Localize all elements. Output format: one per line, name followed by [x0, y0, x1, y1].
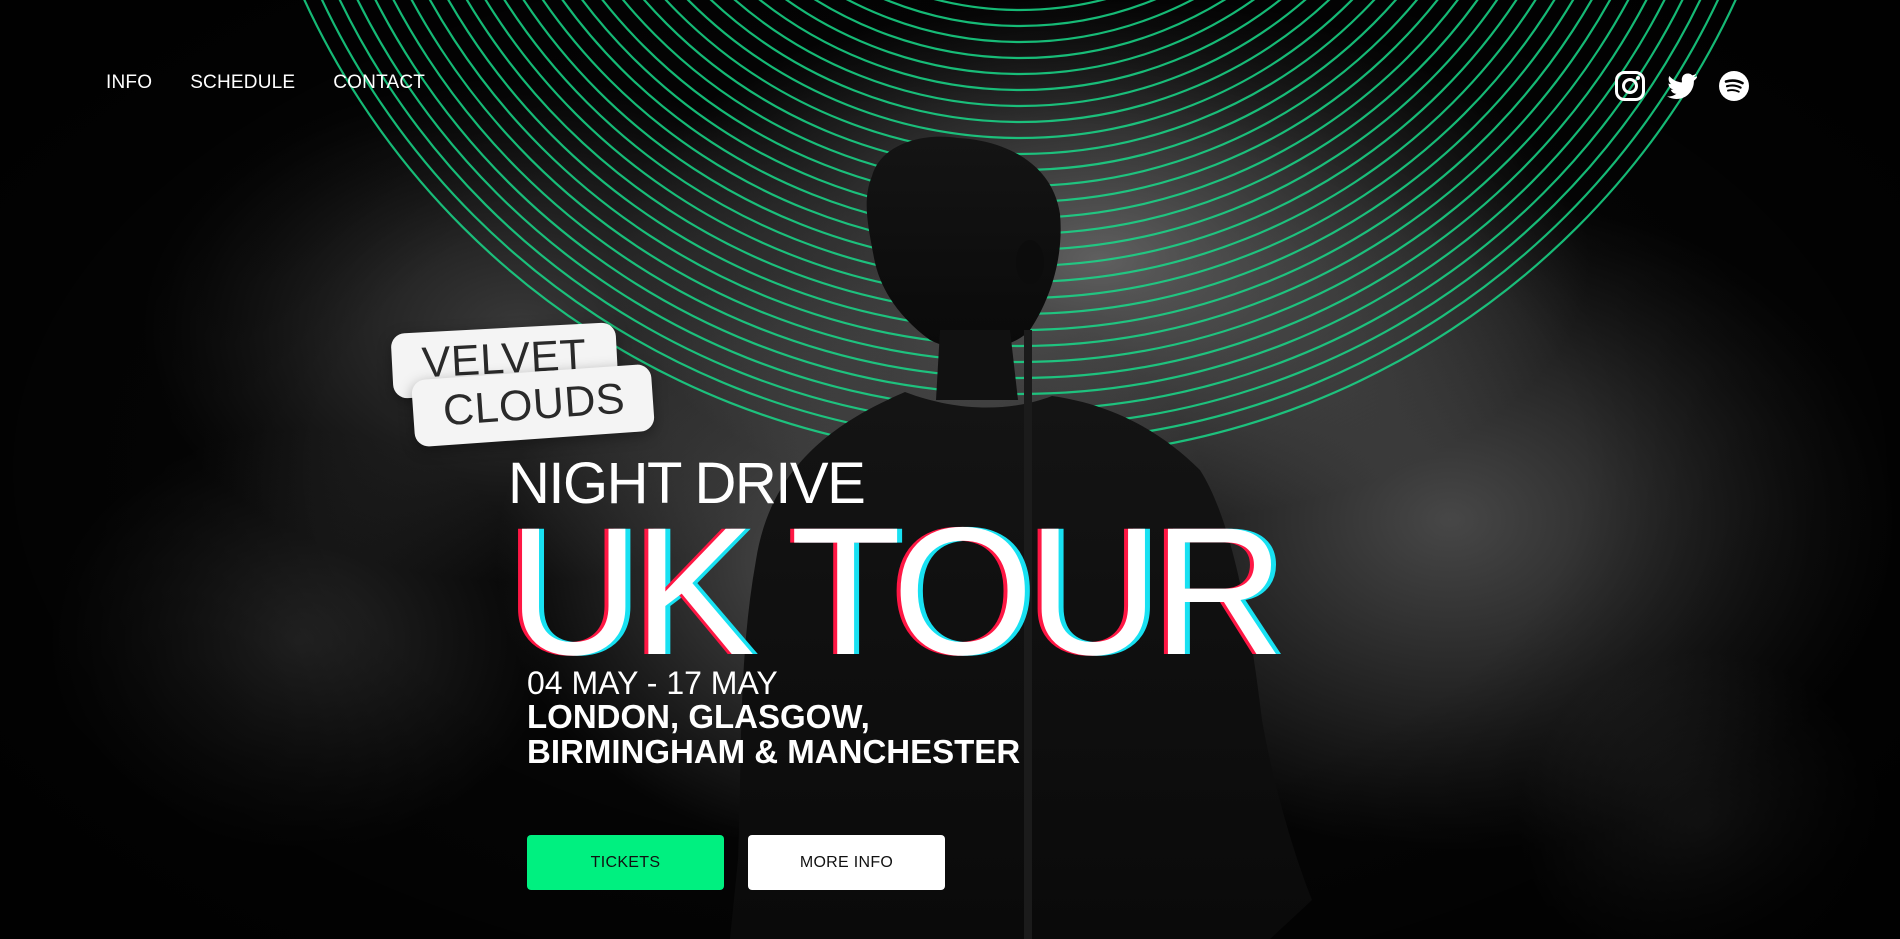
cities-line-1: LONDON, GLASGOW,	[527, 698, 870, 735]
social-links	[1614, 70, 1750, 102]
tickets-button[interactable]: TICKETS	[527, 835, 724, 890]
cities-line-2: BIRMINGHAM & MANCHESTER	[527, 733, 1021, 770]
tour-dates: 04 MAY - 17 MAY	[527, 665, 778, 701]
spotify-icon[interactable]	[1718, 70, 1750, 102]
nav-schedule[interactable]: SCHEDULE	[190, 72, 295, 94]
nav-info[interactable]: INFO	[106, 72, 152, 94]
twitter-icon[interactable]	[1666, 70, 1698, 102]
tour-headline: UK TOUR	[508, 489, 1284, 693]
performer-silhouette	[730, 136, 1312, 939]
main-nav: INFO SCHEDULE CONTACT	[106, 72, 425, 94]
nav-contact[interactable]: CONTACT	[333, 72, 425, 94]
more-info-button[interactable]: MORE INFO	[748, 835, 945, 890]
instagram-icon[interactable]	[1614, 70, 1646, 102]
tour-cities: LONDON, GLASGOW, BIRMINGHAM & MANCHESTER	[527, 699, 1020, 769]
